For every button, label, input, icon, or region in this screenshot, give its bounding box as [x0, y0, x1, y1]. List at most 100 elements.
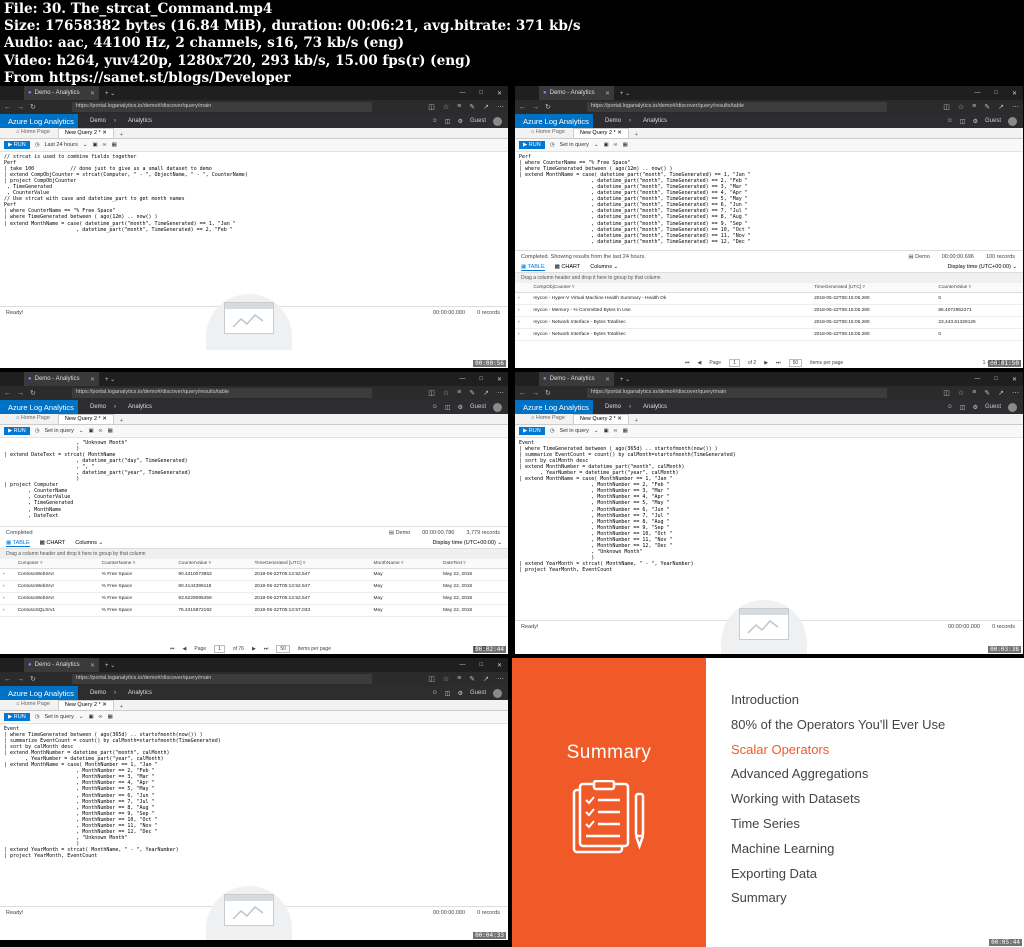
column-header[interactable]: MonthName ▿ — [370, 559, 441, 569]
chevron-down-icon[interactable]: ⌄ — [79, 714, 84, 720]
browser-tab[interactable]: ● Demo - Analytics ✕ — [539, 86, 614, 100]
back-icon[interactable]: ← — [519, 104, 526, 111]
display-time-dropdown[interactable]: Display time (UTC+00:00) ⌄ — [432, 540, 502, 546]
page-number-input[interactable]: 1 — [729, 358, 740, 367]
maximize-icon[interactable]: □ — [479, 376, 483, 382]
notes-icon[interactable]: ✎ — [984, 103, 990, 111]
book-icon[interactable]: ◫ — [960, 404, 966, 411]
url-field[interactable]: https://portal.loganalytics.io/demo#/dis… — [71, 102, 372, 112]
nav-demo-link[interactable]: Demo — [90, 404, 106, 410]
avatar[interactable] — [1008, 402, 1017, 412]
smiley-feedback-icon[interactable]: ☺ — [432, 690, 438, 696]
display-time-dropdown[interactable]: Display time (UTC+00:00) ⌄ — [947, 264, 1017, 270]
forward-icon[interactable]: → — [17, 676, 24, 683]
hub-icon[interactable]: ≡ — [972, 103, 976, 111]
smiley-feedback-icon[interactable]: ☺ — [947, 118, 953, 124]
reading-view-icon[interactable]: ◫ — [428, 389, 435, 397]
tab-home-page[interactable]: ⌂ Home Page — [10, 128, 56, 138]
url-field[interactable]: https://portal.loganalytics.io/demo#/dis… — [586, 102, 887, 112]
tab-table[interactable]: ▦ TABLE — [521, 264, 545, 271]
expand-row-icon[interactable]: › — [515, 292, 531, 305]
refresh-icon[interactable]: ↻ — [30, 389, 36, 397]
add-tab-icon[interactable]: + — [120, 418, 123, 424]
export-icon[interactable]: ▦ — [108, 714, 113, 720]
minimize-icon[interactable]: — — [974, 376, 980, 382]
add-tab-icon[interactable]: + — [635, 132, 638, 138]
expand-row-icon[interactable]: › — [0, 604, 15, 617]
hub-icon[interactable]: ≡ — [457, 389, 461, 397]
new-tab-button[interactable]: + ⌄ — [105, 376, 115, 383]
url-field[interactable]: https://portal.loganalytics.io/demo#/dis… — [586, 388, 887, 398]
link-icon[interactable]: ∞ — [614, 142, 618, 148]
favorite-star-icon[interactable]: ☆ — [958, 389, 964, 397]
share-icon[interactable]: ↗ — [483, 103, 489, 111]
query-editor[interactable]: // strcat is used to combine fields toge… — [0, 152, 508, 306]
save-icon[interactable]: ▣ — [603, 142, 608, 148]
close-tab-icon[interactable]: ✕ — [90, 662, 95, 669]
tab-new-query[interactable]: New Query 2 * ✕ — [572, 128, 629, 138]
time-range-picker[interactable]: Set in query — [560, 142, 589, 148]
export-icon[interactable]: ▦ — [112, 142, 117, 148]
tab-home-page[interactable]: ⌂ Home Page — [525, 128, 571, 138]
share-icon[interactable]: ↗ — [483, 389, 489, 397]
minimize-icon[interactable]: — — [459, 376, 465, 382]
columns-dropdown[interactable]: Columns ⌄ — [590, 264, 618, 270]
table-row[interactable]: › mycon - Hyper-V Virtual Machine Health … — [515, 292, 1023, 305]
expand-row-icon[interactable]: › — [515, 304, 531, 317]
save-icon[interactable]: ▣ — [88, 714, 93, 720]
url-field[interactable]: https://portal.loganalytics.io/demo#/dis… — [71, 388, 372, 398]
query-editor[interactable]: Event | where TimeGenerated between ( ago… — [0, 724, 508, 906]
column-header[interactable]: CounterValue ▿ — [175, 559, 252, 569]
hub-icon[interactable]: ≡ — [457, 675, 461, 683]
reading-view-icon[interactable]: ◫ — [943, 103, 950, 111]
column-header[interactable]: Computer ▿ — [14, 559, 99, 569]
minimize-icon[interactable]: — — [974, 90, 980, 96]
favorite-star-icon[interactable]: ☆ — [958, 103, 964, 111]
refresh-icon[interactable]: ↻ — [545, 103, 551, 111]
favorite-star-icon[interactable]: ☆ — [443, 675, 449, 683]
gear-icon[interactable]: ⚙ — [973, 404, 978, 411]
next-page-icon[interactable]: ▶ — [764, 360, 768, 366]
time-range-picker[interactable]: Set in query — [560, 428, 589, 434]
guest-label[interactable]: Guest — [470, 118, 486, 124]
new-tab-button[interactable]: + ⌄ — [620, 376, 630, 383]
link-icon[interactable]: ∞ — [99, 714, 103, 720]
reading-view-icon[interactable]: ◫ — [943, 389, 950, 397]
export-icon[interactable]: ▦ — [108, 428, 113, 434]
gear-icon[interactable]: ⚙ — [973, 118, 978, 125]
table-row[interactable]: › ContosoWebSrvr% Free Space 93.6229095459… — [0, 592, 508, 605]
brand-title[interactable]: Azure Log Analytics — [515, 400, 593, 414]
expand-row-icon[interactable]: › — [515, 328, 531, 341]
tab-table[interactable]: ▦ TABLE — [6, 540, 30, 547]
reading-view-icon[interactable]: ◫ — [428, 103, 435, 111]
close-tab-icon[interactable]: ✕ — [90, 376, 95, 383]
save-icon[interactable]: ▣ — [92, 142, 97, 148]
reading-view-icon[interactable]: ◫ — [428, 675, 435, 683]
browser-tab[interactable]: ● Demo - Analytics ✕ — [24, 86, 99, 100]
close-window-icon[interactable]: ✕ — [1012, 376, 1017, 383]
run-button[interactable]: ▶ RUN — [519, 427, 545, 435]
close-window-icon[interactable]: ✕ — [497, 90, 502, 97]
column-header[interactable]: CompObjCounter ▿ — [530, 283, 812, 293]
share-icon[interactable]: ↗ — [483, 675, 489, 683]
gear-icon[interactable]: ⚙ — [458, 690, 463, 697]
query-editor[interactable]: , "Unknown Month" ) | extend DateText = s… — [0, 438, 508, 526]
add-tab-icon[interactable]: + — [635, 418, 638, 424]
refresh-icon[interactable]: ↻ — [545, 389, 551, 397]
tab-chart[interactable]: ▩ CHART — [40, 540, 66, 546]
favorite-star-icon[interactable]: ☆ — [443, 389, 449, 397]
time-range-picker[interactable]: Set in query — [45, 428, 74, 434]
new-tab-button[interactable]: + ⌄ — [105, 90, 115, 97]
avatar[interactable] — [1008, 116, 1017, 126]
add-tab-icon[interactable]: + — [120, 132, 123, 138]
tab-new-query[interactable]: New Query 2 * ✕ — [572, 414, 629, 424]
expand-row-icon[interactable]: › — [0, 568, 15, 581]
close-tab-icon[interactable]: ✕ — [605, 376, 610, 383]
chevron-down-icon[interactable]: ⌄ — [594, 142, 599, 148]
time-range-picker[interactable]: Last 24 hours — [45, 142, 78, 148]
book-icon[interactable]: ◫ — [445, 690, 451, 697]
forward-icon[interactable]: → — [532, 104, 539, 111]
columns-dropdown[interactable]: Columns ⌄ — [75, 540, 103, 546]
column-header[interactable]: TimeGenerated [UTC] ▿ — [251, 559, 371, 569]
nav-demo-link[interactable]: Demo — [605, 118, 621, 124]
